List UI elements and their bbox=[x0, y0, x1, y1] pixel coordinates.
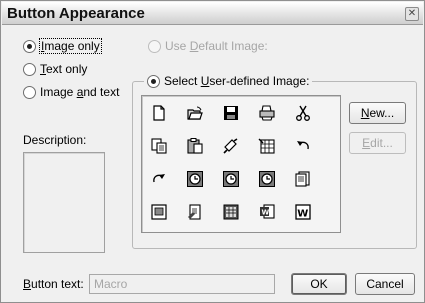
radio-text-only[interactable]: Text only bbox=[23, 61, 87, 77]
close-button[interactable]: ✕ bbox=[405, 7, 419, 21]
clock-icon[interactable] bbox=[255, 167, 279, 191]
description-label: Description: bbox=[23, 133, 87, 147]
cancel-button[interactable]: Cancel bbox=[355, 273, 415, 295]
paste-icon[interactable] bbox=[183, 134, 207, 158]
document-pen-icon[interactable] bbox=[183, 200, 207, 224]
radio-label-text-only: Text only bbox=[40, 62, 88, 76]
radio-label-image-and-text: Image and text bbox=[40, 85, 120, 99]
spreadsheet-icon[interactable] bbox=[219, 200, 243, 224]
title-bar: Button Appearance ✕ bbox=[2, 2, 423, 25]
ok-button[interactable]: OK bbox=[291, 273, 347, 295]
open-folder-icon[interactable] bbox=[183, 101, 207, 125]
radio-image-only[interactable]: Image only bbox=[23, 38, 102, 54]
radio-button[interactable] bbox=[147, 74, 160, 88]
radio-button[interactable] bbox=[23, 39, 36, 53]
picture-page-icon[interactable] bbox=[147, 200, 171, 224]
word-logo-icon[interactable]: W bbox=[291, 200, 315, 224]
word-document-icon[interactable]: W bbox=[255, 200, 279, 224]
icon-picker-grid: W W bbox=[141, 95, 341, 233]
radio-button[interactable] bbox=[148, 39, 161, 53]
close-icon: ✕ bbox=[407, 8, 417, 19]
undo-icon[interactable] bbox=[291, 134, 315, 158]
description-box bbox=[23, 152, 105, 253]
button-text-input[interactable]: Macro bbox=[89, 274, 275, 294]
svg-text:W: W bbox=[262, 209, 270, 217]
edit-button[interactable]: Edit... bbox=[349, 132, 406, 154]
button-appearance-dialog: Button Appearance ✕ Image only Text only… bbox=[0, 0, 425, 303]
insert-table-icon[interactable] bbox=[255, 134, 279, 158]
radio-use-default-image[interactable]: Use Default Image: bbox=[148, 38, 268, 54]
svg-text:W: W bbox=[297, 209, 308, 220]
radio-label-image-only: Image only bbox=[39, 38, 102, 54]
print-icon[interactable] bbox=[255, 101, 279, 125]
new-button[interactable]: New... bbox=[349, 102, 406, 124]
cut-scissors-icon[interactable] bbox=[291, 101, 315, 125]
clock-icon[interactable] bbox=[219, 167, 243, 191]
copy-icon[interactable] bbox=[147, 134, 171, 158]
page-icon[interactable] bbox=[291, 167, 315, 191]
radio-image-and-text[interactable]: Image and text bbox=[23, 84, 119, 100]
radio-select-user-image[interactable]: Select User-defined Image: bbox=[144, 73, 313, 89]
clock-icon[interactable] bbox=[183, 167, 207, 191]
dialog-title: Button Appearance bbox=[7, 5, 145, 22]
button-text-label: Button text: bbox=[23, 277, 84, 291]
radio-label-use-default-image: Use Default Image: bbox=[165, 39, 268, 53]
redo-icon[interactable] bbox=[147, 167, 171, 191]
radio-button[interactable] bbox=[23, 62, 36, 76]
radio-button[interactable] bbox=[23, 85, 36, 99]
format-painter-icon[interactable] bbox=[219, 134, 243, 158]
radio-label-select-user-image: Select User-defined Image: bbox=[164, 74, 310, 88]
save-disk-icon[interactable] bbox=[219, 101, 243, 125]
new-document-icon[interactable] bbox=[147, 101, 171, 125]
